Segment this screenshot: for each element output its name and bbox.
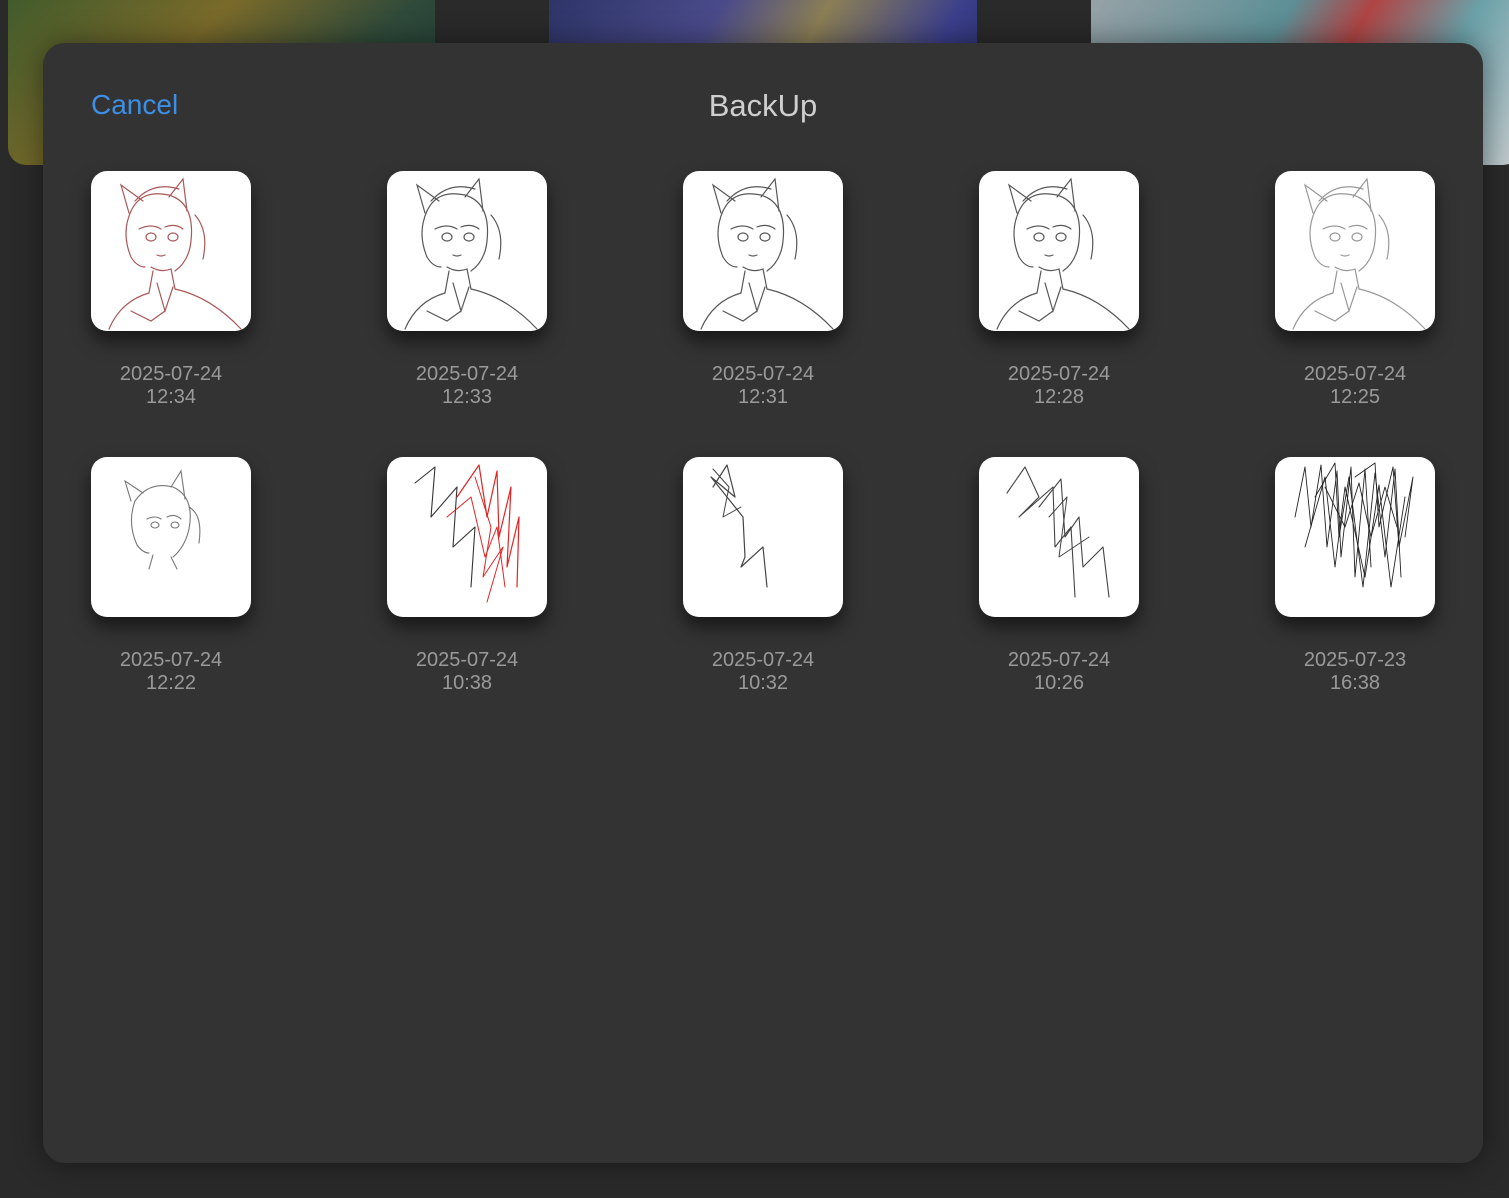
thumbnail-sketch bbox=[404, 177, 538, 330]
backup-date: 2025-07-24 bbox=[1007, 363, 1111, 385]
backup-item[interactable]: 2025-07-24 12:28 bbox=[979, 171, 1139, 409]
backup-time: 10:32 bbox=[737, 672, 789, 694]
backup-thumbnail[interactable] bbox=[979, 457, 1139, 617]
backup-item[interactable]: 2025-07-24 10:38 bbox=[387, 457, 547, 695]
backup-timestamp: 2025-07-24 12:25 bbox=[1275, 363, 1435, 409]
thumbnail-sketch bbox=[996, 177, 1130, 330]
backup-thumbnail[interactable] bbox=[387, 171, 547, 331]
backup-time: 16:38 bbox=[1329, 672, 1381, 694]
backup-item[interactable]: 2025-07-23 16:38 bbox=[1275, 457, 1435, 695]
backup-thumbnail[interactable] bbox=[683, 171, 843, 331]
thumbnail-sketch bbox=[700, 177, 834, 330]
backup-dialog: Cancel BackUp 2025-07-24 12:34 2025-07-2… bbox=[43, 43, 1483, 1163]
backup-thumbnail[interactable] bbox=[979, 171, 1139, 331]
backup-timestamp: 2025-07-24 10:38 bbox=[387, 649, 547, 695]
backup-time: 10:26 bbox=[1033, 672, 1085, 694]
thumbnail-sketch bbox=[124, 469, 201, 570]
backup-time: 12:31 bbox=[737, 386, 789, 408]
backup-timestamp: 2025-07-24 10:26 bbox=[979, 649, 1139, 695]
backup-time: 12:34 bbox=[145, 386, 197, 408]
backup-date: 2025-07-23 bbox=[1303, 649, 1407, 671]
backup-item[interactable]: 2025-07-24 12:33 bbox=[387, 171, 547, 409]
backup-thumbnail[interactable] bbox=[387, 457, 547, 617]
backup-item[interactable]: 2025-07-24 12:34 bbox=[91, 171, 251, 409]
thumbnail-sketch bbox=[710, 464, 768, 588]
backup-time: 12:33 bbox=[441, 386, 493, 408]
thumbnail-sketch bbox=[414, 464, 520, 603]
backup-timestamp: 2025-07-24 12:28 bbox=[979, 363, 1139, 409]
backup-timestamp: 2025-07-24 10:32 bbox=[683, 649, 843, 695]
backup-thumbnail[interactable] bbox=[91, 171, 251, 331]
backup-timestamp: 2025-07-24 12:31 bbox=[683, 363, 843, 409]
backup-thumbnail[interactable] bbox=[91, 457, 251, 617]
backup-item[interactable]: 2025-07-24 12:31 bbox=[683, 171, 843, 409]
backup-date: 2025-07-24 bbox=[1303, 363, 1407, 385]
thumbnail-sketch bbox=[1006, 466, 1110, 598]
thumbnail-sketch bbox=[108, 177, 242, 330]
backup-date: 2025-07-24 bbox=[119, 649, 223, 671]
backup-date: 2025-07-24 bbox=[711, 363, 815, 385]
backup-date: 2025-07-24 bbox=[1007, 649, 1111, 671]
backup-item[interactable]: 2025-07-24 10:26 bbox=[979, 457, 1139, 695]
backup-date: 2025-07-24 bbox=[119, 363, 223, 385]
backup-thumbnail[interactable] bbox=[1275, 457, 1435, 617]
thumbnail-sketch bbox=[1292, 177, 1426, 330]
backup-time: 12:25 bbox=[1329, 386, 1381, 408]
backup-thumbnail[interactable] bbox=[683, 457, 843, 617]
backup-timestamp: 2025-07-24 12:33 bbox=[387, 363, 547, 409]
backup-item[interactable]: 2025-07-24 10:32 bbox=[683, 457, 843, 695]
backup-thumbnail[interactable] bbox=[1275, 171, 1435, 331]
backup-time: 12:22 bbox=[145, 672, 197, 694]
backup-date: 2025-07-24 bbox=[415, 649, 519, 671]
backup-date: 2025-07-24 bbox=[415, 363, 519, 385]
thumbnail-sketch bbox=[1294, 462, 1414, 588]
backup-item[interactable]: 2025-07-24 12:25 bbox=[1275, 171, 1435, 409]
backup-timestamp: 2025-07-24 12:34 bbox=[91, 363, 251, 409]
backup-timestamp: 2025-07-24 12:22 bbox=[91, 649, 251, 695]
backup-item[interactable]: 2025-07-24 12:22 bbox=[91, 457, 251, 695]
backup-date: 2025-07-24 bbox=[711, 649, 815, 671]
backup-time: 12:28 bbox=[1033, 386, 1085, 408]
backup-time: 10:38 bbox=[441, 672, 493, 694]
backup-timestamp: 2025-07-23 16:38 bbox=[1275, 649, 1435, 695]
dialog-title: BackUp bbox=[708, 88, 818, 123]
